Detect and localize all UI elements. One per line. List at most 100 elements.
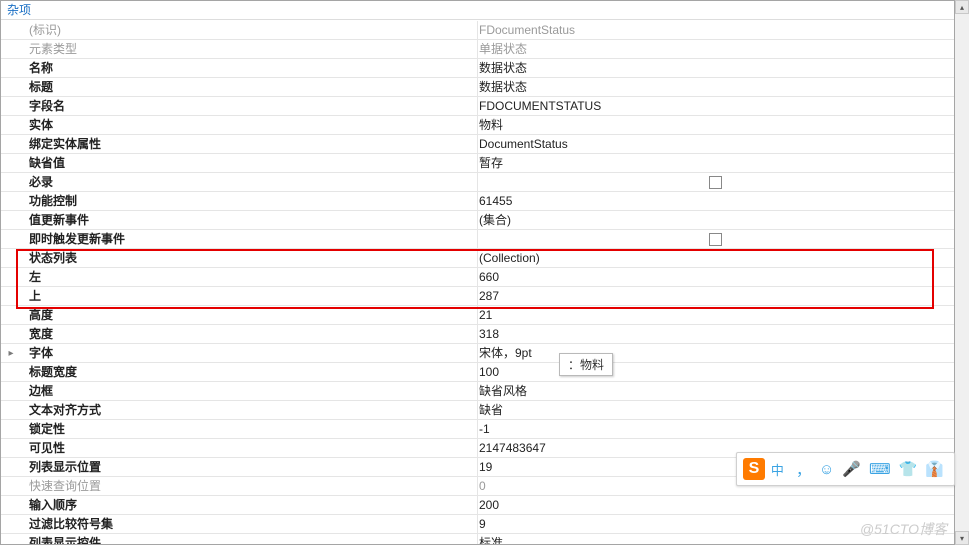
property-value[interactable]: 21 [477,306,954,324]
property-label: 名称 [21,59,477,77]
property-row[interactable]: 名称数据状态 [1,59,954,78]
property-value[interactable]: 100 [477,363,954,381]
property-label: 绑定实体属性 [21,135,477,153]
property-value[interactable]: (Collection) [477,249,954,267]
expand-icon [1,135,21,153]
property-value[interactable]: FDocumentStatus [477,21,954,39]
property-row[interactable]: 左660 [1,268,954,287]
property-label: 状态列表 [21,249,477,267]
checkbox-icon[interactable] [709,176,722,189]
property-row[interactable]: 必录 [1,173,954,192]
property-label: 元素类型 [21,40,477,58]
property-value[interactable]: 200 [477,496,954,514]
property-value[interactable]: FDOCUMENTSTATUS [477,97,954,115]
expand-icon [1,534,21,544]
property-value[interactable]: 数据状态 [477,78,954,96]
property-label: 高度 [21,306,477,324]
property-label: (标识) [21,21,477,39]
property-value[interactable]: 287 [477,287,954,305]
property-row[interactable]: 值更新事件(集合) [1,211,954,230]
property-value[interactable]: 61455 [477,192,954,210]
property-value[interactable]: 318 [477,325,954,343]
property-row[interactable]: 绑定实体属性DocumentStatus [1,135,954,154]
expand-icon [1,325,21,343]
property-value[interactable]: DocumentStatus [477,135,954,153]
property-label: 字体 [21,344,477,362]
ime-emoji-icon[interactable]: ☺ [819,461,834,478]
property-row[interactable]: 输入顺序200 [1,496,954,515]
property-value[interactable]: 宋体，9pt [477,344,954,362]
property-row[interactable]: 字段名FDOCUMENTSTATUS [1,97,954,116]
property-label: 输入顺序 [21,496,477,514]
expand-icon [1,78,21,96]
property-row[interactable]: 宽度318 [1,325,954,344]
property-row[interactable]: 高度21 [1,306,954,325]
watermark: @51CTO博客 [860,519,947,539]
ime-mode-label[interactable]: 中 [771,460,784,479]
expand-icon [1,458,21,476]
property-row[interactable]: (标识)FDocumentStatus [1,21,954,40]
property-row[interactable]: 锁定性-1 [1,420,954,439]
property-row[interactable]: 过滤比较符号集9 [1,515,954,534]
property-value[interactable]: 660 [477,268,954,286]
property-row[interactable]: 边框缺省风格 [1,382,954,401]
property-label: 左 [21,268,477,286]
property-row[interactable]: 标题数据状态 [1,78,954,97]
property-label: 上 [21,287,477,305]
property-label: 宽度 [21,325,477,343]
property-row[interactable]: 列表显示控件标准 [1,534,954,544]
expand-icon [1,40,21,58]
property-value[interactable]: 缺省 [477,401,954,419]
property-value[interactable]: 暂存 [477,154,954,172]
scroll-up-button[interactable]: ▴ [955,0,969,14]
property-value[interactable]: 缺省风格 [477,382,954,400]
property-label: 可见性 [21,439,477,457]
property-row[interactable]: ▸字体宋体，9pt [1,344,954,363]
ime-mic-icon[interactable]: 🎤 [842,460,861,478]
expand-icon [1,439,21,457]
vertical-scrollbar[interactable]: ▴ ▾ [955,0,969,545]
property-row[interactable]: 上287 [1,287,954,306]
property-row[interactable]: 功能控制61455 [1,192,954,211]
ime-keyboard-icon[interactable]: ⌨ [869,460,891,478]
property-value[interactable]: -1 [477,420,954,438]
expand-icon [1,192,21,210]
property-row[interactable]: 元素类型单据状态 [1,40,954,59]
checkbox-icon[interactable] [709,233,722,246]
property-row[interactable]: 标题宽度100 [1,363,954,382]
property-label: 字段名 [21,97,477,115]
property-label: 标题宽度 [21,363,477,381]
ime-logo-icon[interactable]: S [743,458,765,480]
expand-icon [1,249,21,267]
property-value[interactable] [477,173,954,191]
ime-punct-icon[interactable]: ， [796,459,811,480]
property-row[interactable]: 状态列表(Collection) [1,249,954,268]
expand-icon[interactable]: ▸ [1,344,21,362]
scroll-down-button[interactable]: ▾ [955,531,969,545]
expand-icon [1,515,21,533]
property-label: 快速查询位置 [21,477,477,495]
property-row[interactable]: 实体物料 [1,116,954,135]
expand-icon [1,382,21,400]
property-label: 即时触发更新事件 [21,230,477,248]
property-row[interactable]: 文本对齐方式缺省 [1,401,954,420]
property-value[interactable]: 单据状态 [477,40,954,58]
property-label: 文本对齐方式 [21,401,477,419]
property-value[interactable]: 数据状态 [477,59,954,77]
property-value[interactable]: (集合) [477,211,954,229]
ime-toolbar[interactable]: S 中 ， ☺ 🎤 ⌨ 👕 👔 [736,452,955,486]
expand-icon [1,154,21,172]
property-label: 过滤比较符号集 [21,515,477,533]
ime-settings-icon[interactable]: 👔 [925,460,944,478]
property-row[interactable]: 缺省值暂存 [1,154,954,173]
property-label: 值更新事件 [21,211,477,229]
expand-icon [1,116,21,134]
property-label: 边框 [21,382,477,400]
property-row[interactable]: 即时触发更新事件 [1,230,954,249]
expand-icon [1,420,21,438]
property-value[interactable] [477,230,954,248]
section-header[interactable]: 杂项 [1,1,954,20]
property-value[interactable]: 物料 [477,116,954,134]
tooltip: ：物料 [559,353,613,376]
ime-skin-icon[interactable]: 👕 [899,460,918,478]
